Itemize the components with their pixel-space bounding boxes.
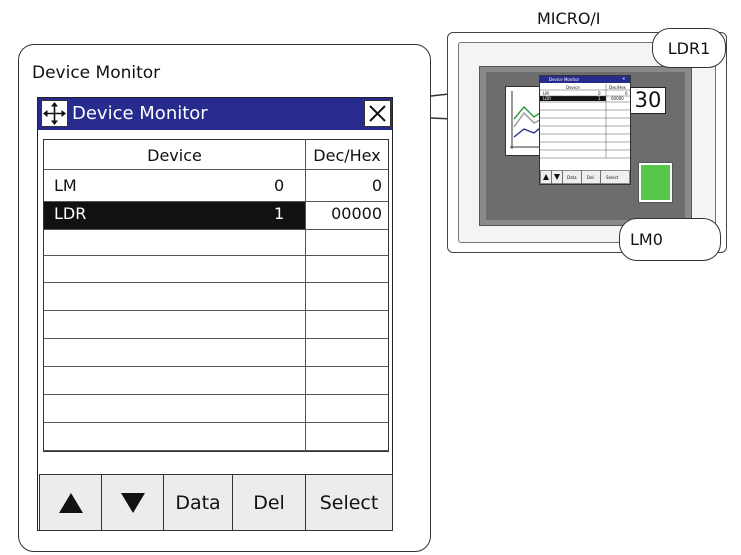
scroll-down-button[interactable] — [101, 474, 164, 531]
row-divider — [43, 310, 389, 311]
row-divider — [43, 422, 389, 423]
mini-title-text: Device Monitor — [549, 77, 580, 82]
move-arrows-icon — [43, 102, 66, 125]
lamp-indicator — [638, 162, 673, 203]
data-button[interactable]: Data — [163, 474, 233, 531]
row-divider — [43, 169, 389, 170]
header-device: Device — [147, 146, 202, 165]
del-button[interactable]: Del — [232, 474, 306, 531]
down-triangle-icon — [120, 492, 145, 513]
row-divider — [43, 338, 389, 339]
row-ldr-device[interactable]: LDR — [54, 204, 86, 223]
device-label: MICRO/I — [537, 9, 601, 28]
window-title: Device Monitor — [72, 103, 208, 124]
row-ldr-value[interactable]: 00000 — [306, 204, 382, 223]
lm0-bubble: LM0 — [619, 218, 721, 261]
mini-btn-del: Del — [587, 175, 594, 180]
row-lm-index: 0 — [274, 176, 285, 195]
row-divider — [43, 366, 389, 367]
header-dec-hex: Dec/Hex — [313, 146, 381, 165]
row-lm-device[interactable]: LM — [54, 176, 77, 195]
mini-btn-select: Select — [606, 175, 619, 180]
callout-title: Device Monitor — [32, 63, 161, 83]
mini-btn-data: Data — [567, 175, 577, 180]
mini-close-icon: ✕ — [622, 76, 626, 81]
row-divider — [43, 229, 389, 230]
row-divider — [43, 201, 389, 202]
close-button[interactable] — [364, 100, 391, 127]
numeric-display: 30 — [630, 87, 666, 114]
ldr1-bubble: LDR1 — [652, 28, 726, 68]
row-lm-value[interactable]: 0 — [306, 176, 382, 195]
row-divider — [43, 255, 389, 256]
mini-table-grid — [540, 84, 630, 159]
mini-button-row: Data Del Select — [540, 170, 630, 184]
row-divider — [43, 282, 389, 283]
row-ldr-index: 1 — [274, 204, 285, 223]
scroll-up-button[interactable] — [39, 474, 102, 531]
close-icon — [369, 105, 386, 122]
move-button[interactable] — [41, 100, 68, 127]
select-button[interactable]: Select — [305, 474, 393, 531]
row-divider — [43, 450, 389, 451]
row-divider — [43, 394, 389, 395]
up-triangle-icon — [58, 492, 83, 513]
